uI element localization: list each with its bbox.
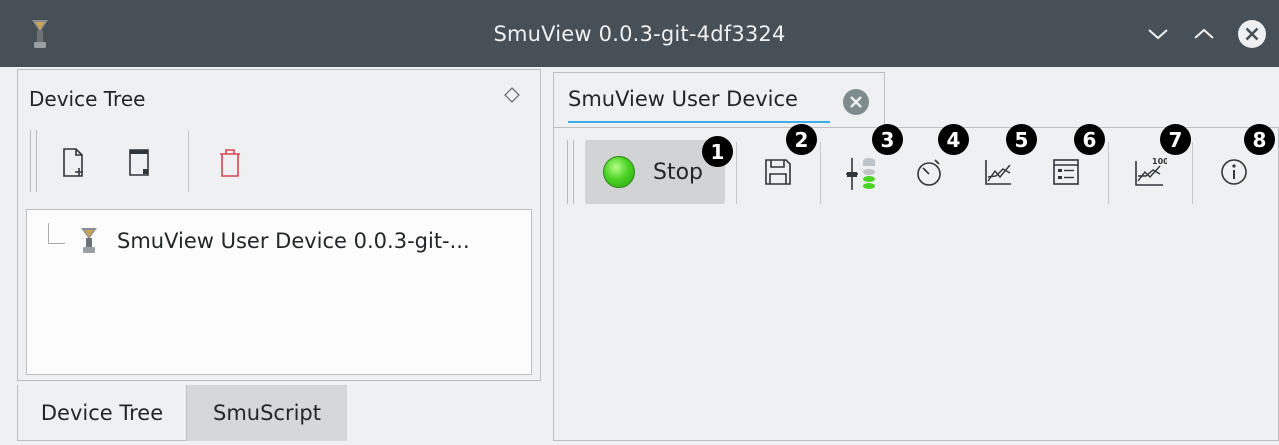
step-badge: 4: [938, 124, 969, 155]
chevron-up-icon: [1194, 28, 1214, 39]
data-table-icon: [1053, 159, 1079, 185]
tab-smuscript[interactable]: SmuScript: [187, 385, 347, 441]
add-control-button[interactable]: 3: [840, 124, 903, 192]
toolbar-separator: [188, 130, 189, 192]
float-dock-icon[interactable]: [503, 86, 521, 104]
info-button[interactable]: 8: [1214, 124, 1275, 192]
device-panel: Stop 1 2 3 4 5 6 100 7 8: [553, 124, 1279, 441]
smuview-logo-icon: [81, 228, 97, 253]
add-device-button[interactable]: [58, 145, 90, 181]
maximize-button[interactable]: [1188, 18, 1220, 50]
xy-plot-icon: [985, 160, 1011, 185]
delete-button[interactable]: [214, 145, 246, 181]
step-badge: 5: [1006, 124, 1037, 155]
step-badge: 3: [872, 124, 903, 155]
save-button[interactable]: 2: [758, 124, 817, 192]
save-icon: [765, 159, 791, 185]
tree-item-label: SmuView User Device 0.0.3-git-...: [117, 229, 470, 253]
step-badge: 8: [1244, 124, 1275, 155]
window-title: SmuView 0.0.3-git-4df3324: [493, 22, 786, 46]
add-xy-plot-button[interactable]: 5: [978, 124, 1037, 192]
device-tree[interactable]: SmuView User Device 0.0.3-git-...: [26, 209, 532, 375]
close-tab-icon[interactable]: [841, 87, 871, 117]
toolbar-grip[interactable]: [30, 130, 37, 192]
stop-button[interactable]: Stop 1: [585, 136, 733, 204]
add-math-channel-button[interactable]: 100 7: [1130, 124, 1191, 192]
toolbar-separator: [1108, 142, 1109, 204]
window-titlebar[interactable]: SmuView 0.0.3-git-4df3324: [0, 0, 1279, 67]
add-user-device-button[interactable]: [124, 145, 156, 181]
toolbar-separator: [820, 142, 821, 204]
dock-title: Device Tree: [29, 87, 146, 111]
close-window-button[interactable]: [1236, 18, 1268, 50]
close-circle-icon: [1238, 20, 1266, 48]
trash-icon: [220, 149, 240, 177]
step-badge: 1: [702, 136, 733, 167]
new-user-device-icon: [129, 149, 149, 176]
tab-label: SmuView User Device: [568, 87, 798, 111]
chevron-down-icon: [1148, 29, 1168, 40]
plot-100-icon: 100: [1135, 157, 1167, 186]
toolbar-separator: [736, 142, 737, 204]
add-control-icon: [846, 158, 875, 190]
device-tree-dock: Device Tree SmuView User Device 0.0.3-gi…: [17, 69, 541, 381]
step-badge: 2: [786, 124, 817, 155]
add-time-plot-button[interactable]: 4: [910, 124, 969, 192]
toolbar-grip[interactable]: [567, 140, 574, 204]
info-icon: [1221, 159, 1247, 185]
step-badge: 7: [1160, 124, 1191, 155]
step-badge: 6: [1074, 124, 1105, 155]
new-document-icon: [63, 148, 83, 177]
stopwatch-icon: [917, 159, 941, 186]
tree-branch-line: [48, 223, 65, 244]
add-data-table-button[interactable]: 6: [1046, 124, 1105, 192]
tab-device-tree[interactable]: Device Tree: [17, 385, 187, 441]
tab-smuview-user-device[interactable]: SmuView User Device: [553, 72, 885, 128]
stop-label: Stop: [653, 159, 704, 185]
active-tab-indicator: [568, 121, 830, 123]
svg-text:100: 100: [1152, 157, 1167, 166]
minimize-button[interactable]: [1142, 18, 1174, 50]
toolbar-separator: [1192, 142, 1193, 204]
status-led-icon: [603, 156, 635, 188]
